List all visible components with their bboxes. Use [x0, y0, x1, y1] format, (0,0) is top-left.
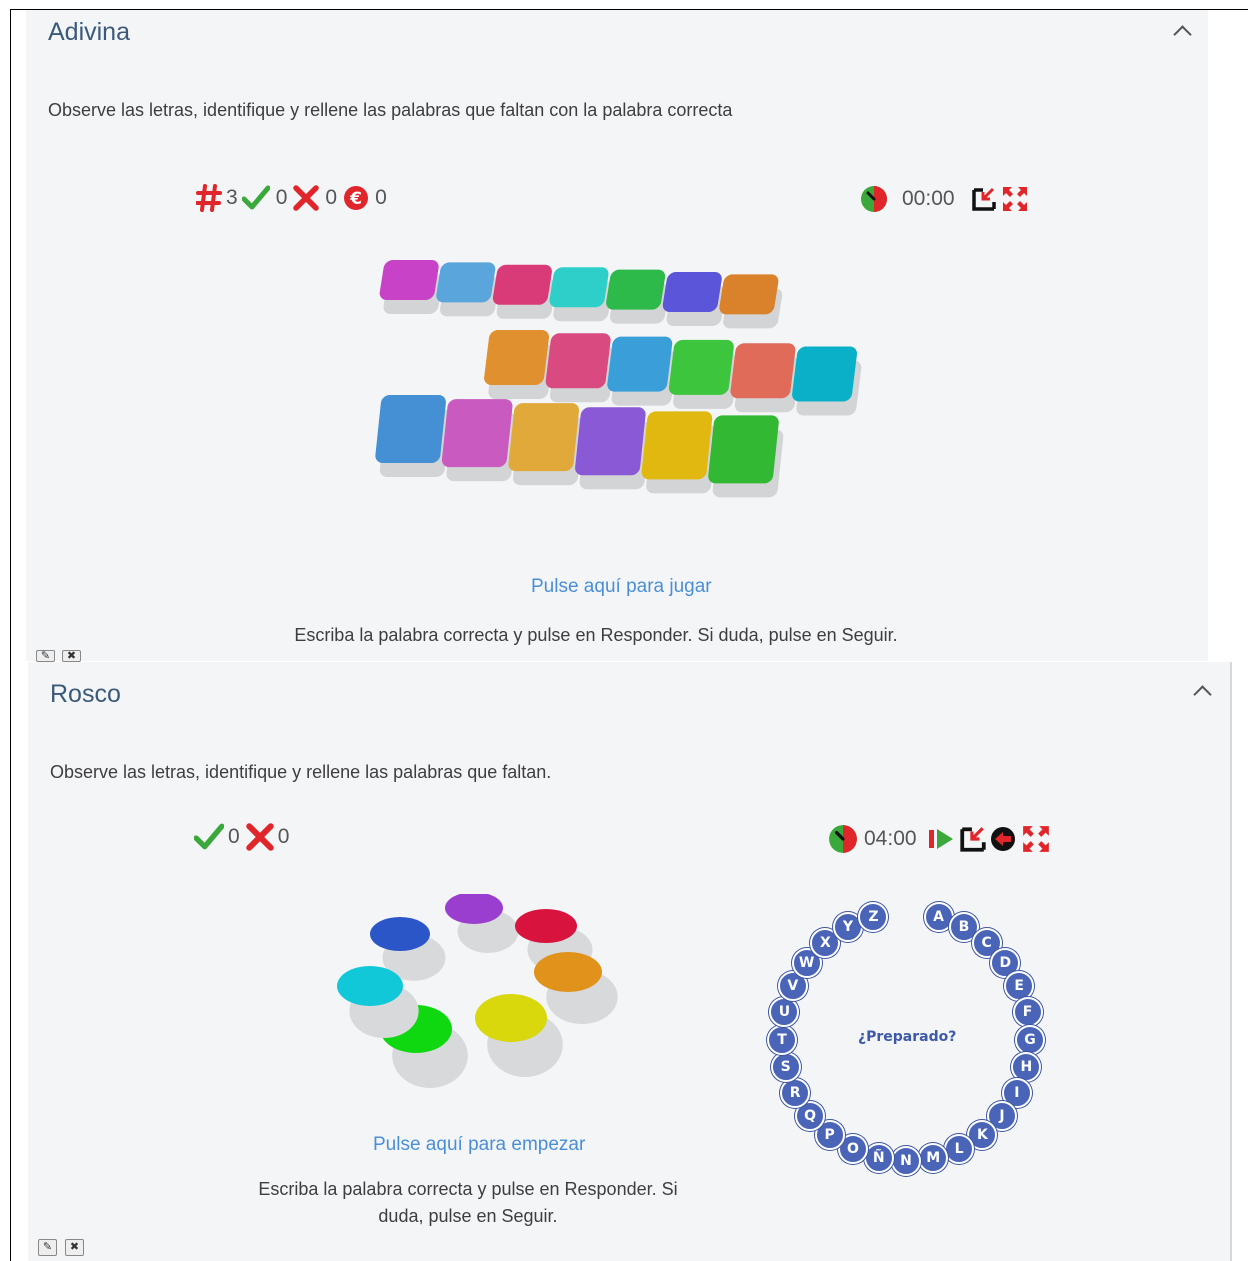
card: [607, 336, 673, 392]
rosco-panel: Rosco Observe las letras, identifique y …: [28, 662, 1232, 1261]
discs-illustration[interactable]: [328, 894, 628, 1104]
reload-icon[interactable]: [989, 825, 1017, 853]
cards-illustration[interactable]: [356, 240, 876, 550]
check-icon: [241, 185, 270, 210]
cross-icon: [245, 823, 274, 851]
letter-wheel: ¿Preparado? ABCDEFGHIJKLMNÑOPQRSTUVWXYZ: [766, 887, 1046, 1176]
hash-icon: [196, 184, 222, 212]
card: [662, 272, 722, 312]
card: [484, 330, 550, 385]
edit-icon[interactable]: ✎: [38, 1239, 57, 1256]
panel-description: Observe las letras, identifique y rellen…: [50, 762, 552, 782]
number-count: 3: [226, 186, 238, 209]
timer-display: 04:00: [864, 827, 917, 850]
card: [545, 333, 611, 389]
frame-border-left: [10, 9, 11, 1261]
letter-n: N: [891, 1146, 921, 1176]
fullscreen-icon[interactable]: [1021, 824, 1051, 854]
score-count: 0: [375, 186, 387, 209]
card: [575, 407, 646, 476]
letter-r: R: [780, 1077, 811, 1108]
clock-icon: [829, 825, 857, 853]
instructions-text: Escriba la palabra correcta y pulse en R…: [294, 625, 898, 645]
letter-u: U: [769, 997, 800, 1028]
panel-description: Observe las letras, identifique y rellen…: [48, 100, 733, 120]
disc: [337, 966, 403, 1006]
card: [436, 262, 496, 303]
delete-icon[interactable]: ✖: [65, 1239, 84, 1256]
card: [708, 415, 779, 484]
correct-count: 0: [275, 186, 288, 209]
adivina-panel: Adivina Observe las letras, identifique …: [26, 10, 1208, 662]
card: [719, 274, 779, 315]
letter-z: Z: [858, 902, 889, 933]
collapse-chevron-icon[interactable]: [1193, 685, 1212, 704]
card: [441, 399, 513, 468]
score-icon: €: [344, 186, 369, 210]
clock-icon: [861, 186, 887, 212]
svg-text:€: €: [349, 189, 362, 209]
letter-t: T: [767, 1024, 798, 1055]
card: [379, 260, 439, 300]
letter-s: S: [770, 1051, 801, 1082]
disc: [475, 994, 547, 1042]
disc: [370, 917, 430, 951]
start-link[interactable]: Pulse aquí para empezar: [373, 1134, 585, 1156]
instructions-text: Escriba la palabra correcta y pulse en R…: [258, 1179, 678, 1226]
letter-ñ: Ñ: [863, 1142, 894, 1173]
letter-m: M: [918, 1142, 949, 1173]
panel-title: Rosco: [50, 680, 121, 708]
card: [668, 339, 734, 395]
card: [492, 264, 552, 305]
stats-bar: 0 0: [194, 823, 289, 851]
fullscreen-icon[interactable]: [1001, 185, 1029, 213]
collapse-chevron-icon[interactable]: [1173, 25, 1192, 44]
card: [508, 403, 580, 472]
letter-f: F: [1012, 997, 1043, 1028]
card: [549, 267, 609, 308]
play-next-icon[interactable]: [927, 826, 955, 852]
cross-icon: [293, 185, 320, 211]
card: [730, 343, 796, 399]
ready-text: ¿Preparado?: [858, 1029, 957, 1045]
card: [606, 269, 666, 310]
correct-count: 0: [228, 825, 240, 848]
card: [375, 395, 446, 463]
timer-bar: 00:00: [860, 185, 1029, 213]
card: [641, 411, 713, 480]
minimize-icon[interactable]: [971, 186, 997, 212]
edit-icon[interactable]: ✎: [36, 650, 55, 662]
letter-l: L: [944, 1134, 975, 1165]
stats-bar: 3 0 0 € 0: [196, 184, 387, 212]
minimize-icon[interactable]: [959, 825, 987, 853]
play-link[interactable]: Pulse aquí para jugar: [531, 576, 712, 598]
wrong-count: 0: [325, 186, 338, 209]
wrong-count: 0: [277, 825, 290, 848]
timer-bar: 04:00: [828, 824, 1051, 854]
disc: [534, 952, 602, 992]
timer-display: 00:00: [902, 187, 955, 210]
panel-title: Adivina: [48, 18, 130, 46]
delete-icon[interactable]: ✖: [62, 650, 81, 662]
card: [792, 346, 858, 402]
check-icon: [194, 823, 224, 850]
letter-g: G: [1014, 1024, 1045, 1055]
disc: [515, 909, 577, 943]
